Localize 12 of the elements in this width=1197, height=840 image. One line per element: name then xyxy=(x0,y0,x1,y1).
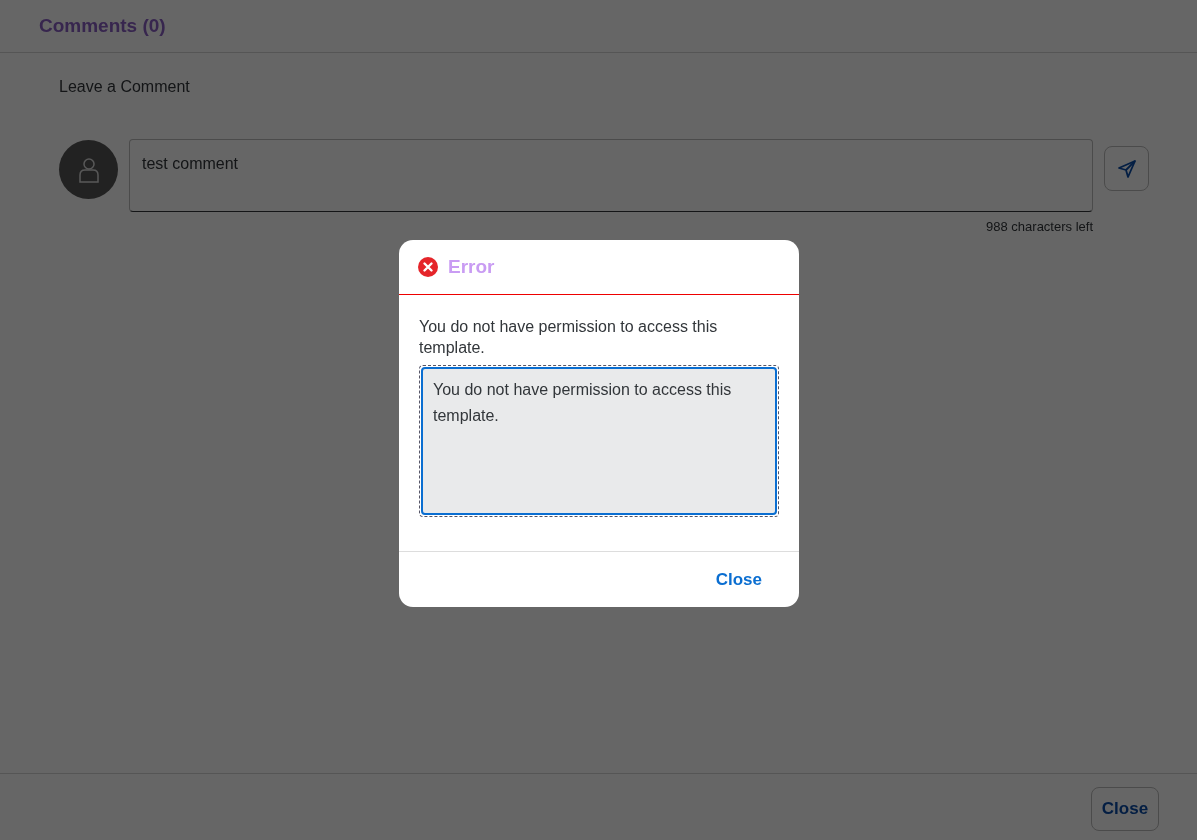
send-button[interactable] xyxy=(1104,146,1149,191)
close-button[interactable]: Close xyxy=(1091,786,1159,831)
dialog-title: Error xyxy=(448,254,495,279)
send-icon xyxy=(1117,159,1136,178)
error-message: You do not have permission to access this template. xyxy=(419,317,719,358)
characters-left: 988 characters left xyxy=(986,218,1093,236)
error-details-field[interactable]: You do not have permission to access this template. xyxy=(421,367,777,515)
section-label: Leave a Comment xyxy=(59,77,190,97)
error-icon xyxy=(418,257,438,277)
comment-field[interactable]: test comment xyxy=(129,139,1093,212)
panel-title: Comments (0) xyxy=(39,13,166,38)
close-button[interactable]: Close xyxy=(715,566,762,593)
